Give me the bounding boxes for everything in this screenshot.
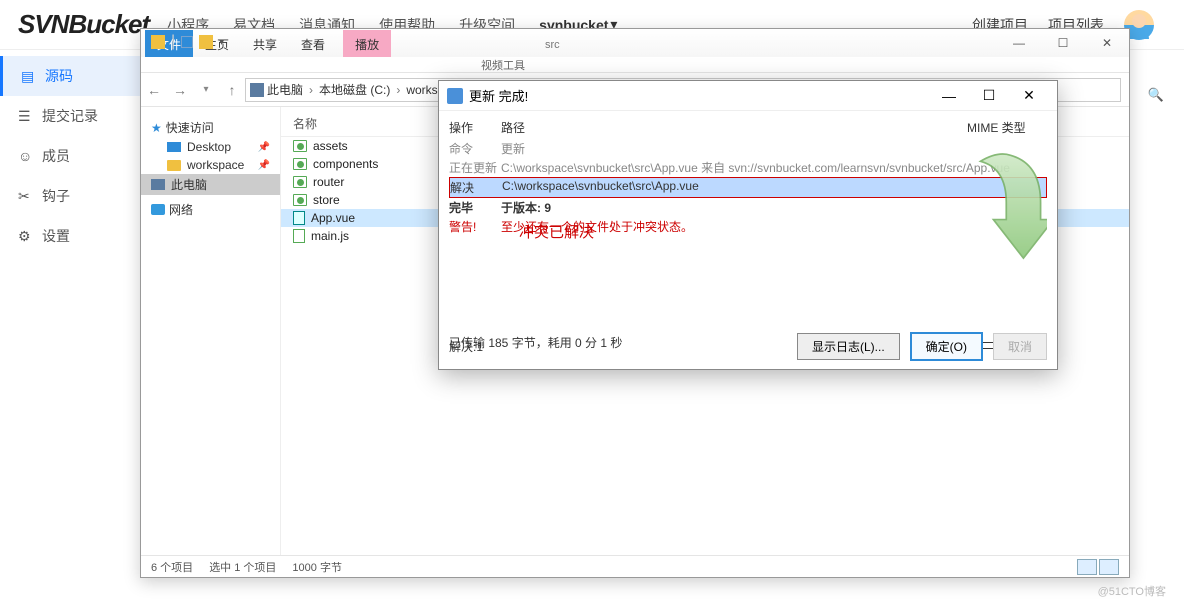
svn-update-dialog: 更新 完成! — ☐ ✕ 操作 路径 MIME 类型 命令 更新 正在更新 C:… <box>438 80 1058 370</box>
minimize-button[interactable]: — <box>997 29 1041 57</box>
tree-desktop[interactable]: Desktop📌 <box>141 138 280 156</box>
folder-icon <box>293 194 307 206</box>
tab-video-tools[interactable]: 视频工具 <box>481 60 525 72</box>
tree-thispc[interactable]: 此电脑 <box>141 174 280 195</box>
download-arrow-icon <box>957 151 1047 271</box>
tree-workspace[interactable]: workspace📌 <box>141 156 280 174</box>
tree-network[interactable]: 网络 <box>141 195 280 220</box>
status-count: 6 个项目 <box>151 559 193 575</box>
close-button[interactable]: ✕ <box>1085 29 1129 57</box>
members-icon: ☺ <box>18 148 34 164</box>
status-selected: 选中 1 个项目 <box>209 559 276 575</box>
tab-view[interactable]: 查看 <box>289 30 337 57</box>
view-details-button[interactable] <box>1077 559 1097 575</box>
desktop-icon <box>167 142 181 152</box>
sidebar-label: 设置 <box>42 226 70 246</box>
explorer-ribbon: 文件 主页 共享 查看 播放 <box>141 29 1129 57</box>
tab-play[interactable]: 播放 <box>343 30 391 57</box>
sidebar-item-members[interactable]: ☺ 成员 <box>0 136 140 176</box>
dialog-header-row: 操作 路径 MIME 类型 <box>449 117 1047 139</box>
explorer-qat: | ✓ ▾ <box>145 33 230 51</box>
folder-icon <box>293 158 307 170</box>
folder-icon <box>167 160 181 171</box>
code-icon: ▤ <box>21 68 37 84</box>
ribbon-sub: 视频工具 <box>141 57 1129 73</box>
sidebar: ▤ 源码 ☰ 提交记录 ☺ 成员 ✂ 钩子 ⚙ 设置 <box>0 50 140 603</box>
watermark: @51CTO博客 <box>1098 583 1166 599</box>
ok-button[interactable]: 确定(O) <box>910 332 983 361</box>
search-icon[interactable]: 🔍 <box>1148 87 1164 103</box>
checkbox-icon[interactable]: ✓ <box>181 36 193 48</box>
pc-icon <box>250 83 264 97</box>
tab-share[interactable]: 共享 <box>241 30 289 57</box>
window-controls: — ☐ ✕ <box>997 29 1129 57</box>
tree-quick-access[interactable]: ★快速访问 <box>141 113 280 138</box>
nav-back-button[interactable]: ← <box>141 82 167 98</box>
settings-icon: ⚙ <box>18 228 34 244</box>
resolved-count: 解决:1 <box>449 338 483 355</box>
folder-icon <box>151 35 165 49</box>
folder-icon <box>293 140 307 152</box>
dialog-minimize-button[interactable]: — <box>929 82 969 110</box>
col-action[interactable]: 操作 <box>449 119 501 136</box>
sidebar-label: 成员 <box>42 146 70 166</box>
crumb-thispc[interactable]: 此电脑 <box>264 81 316 98</box>
nav-recent-icon[interactable]: ▾ <box>193 84 219 95</box>
sidebar-item-settings[interactable]: ⚙ 设置 <box>0 216 140 256</box>
col-path[interactable]: 路径 <box>501 119 967 136</box>
history-icon: ☰ <box>18 108 34 124</box>
tortoise-svn-icon <box>447 88 463 104</box>
explorer-window-title: src <box>539 35 566 55</box>
dialog-maximize-button[interactable]: ☐ <box>969 82 1009 110</box>
dialog-titlebar: 更新 完成! — ☐ ✕ <box>439 81 1057 111</box>
sidebar-item-hooks[interactable]: ✂ 钩子 <box>0 176 140 216</box>
sidebar-item-commits[interactable]: ☰ 提交记录 <box>0 96 140 136</box>
dialog-close-button[interactable]: ✕ <box>1009 82 1049 110</box>
view-toggle <box>1077 559 1119 575</box>
cancel-button[interactable]: 取消 <box>993 333 1047 360</box>
star-icon: ★ <box>151 121 162 135</box>
crumb-drive[interactable]: 本地磁盘 (C:) <box>316 81 403 98</box>
hook-icon: ✂ <box>18 188 34 204</box>
dialog-title: 更新 完成! <box>469 86 528 105</box>
network-icon <box>151 204 165 215</box>
sidebar-label: 提交记录 <box>42 106 98 126</box>
pin-icon: 📌 <box>258 142 270 153</box>
col-mime[interactable]: MIME 类型 <box>967 119 1047 136</box>
nav-up-button[interactable]: ↑ <box>219 82 245 98</box>
explorer-status-bar: 6 个项目 选中 1 个项目 1000 字节 <box>141 555 1129 577</box>
file-icon <box>293 229 305 243</box>
maximize-button[interactable]: ☐ <box>1041 29 1085 57</box>
annotation-text: 冲突已解决 <box>519 221 594 242</box>
folder-icon <box>199 35 213 49</box>
sidebar-label: 钩子 <box>42 186 70 206</box>
qat-divider: | <box>171 33 175 51</box>
show-log-button[interactable]: 显示日志(L)... <box>797 333 900 360</box>
sidebar-item-source[interactable]: ▤ 源码 <box>0 56 140 96</box>
qat-overflow-icon[interactable]: ▾ <box>219 37 224 48</box>
folder-icon <box>293 176 307 188</box>
file-icon <box>293 211 305 225</box>
status-size: 1000 字节 <box>292 559 342 575</box>
pin-icon: 📌 <box>258 160 270 171</box>
view-thumbs-button[interactable] <box>1099 559 1119 575</box>
nav-forward-button[interactable]: → <box>167 82 193 98</box>
pc-icon <box>151 179 165 190</box>
explorer-tree: ★快速访问 Desktop📌 workspace📌 此电脑 网络 <box>141 107 281 555</box>
sidebar-label: 源码 <box>45 66 73 86</box>
